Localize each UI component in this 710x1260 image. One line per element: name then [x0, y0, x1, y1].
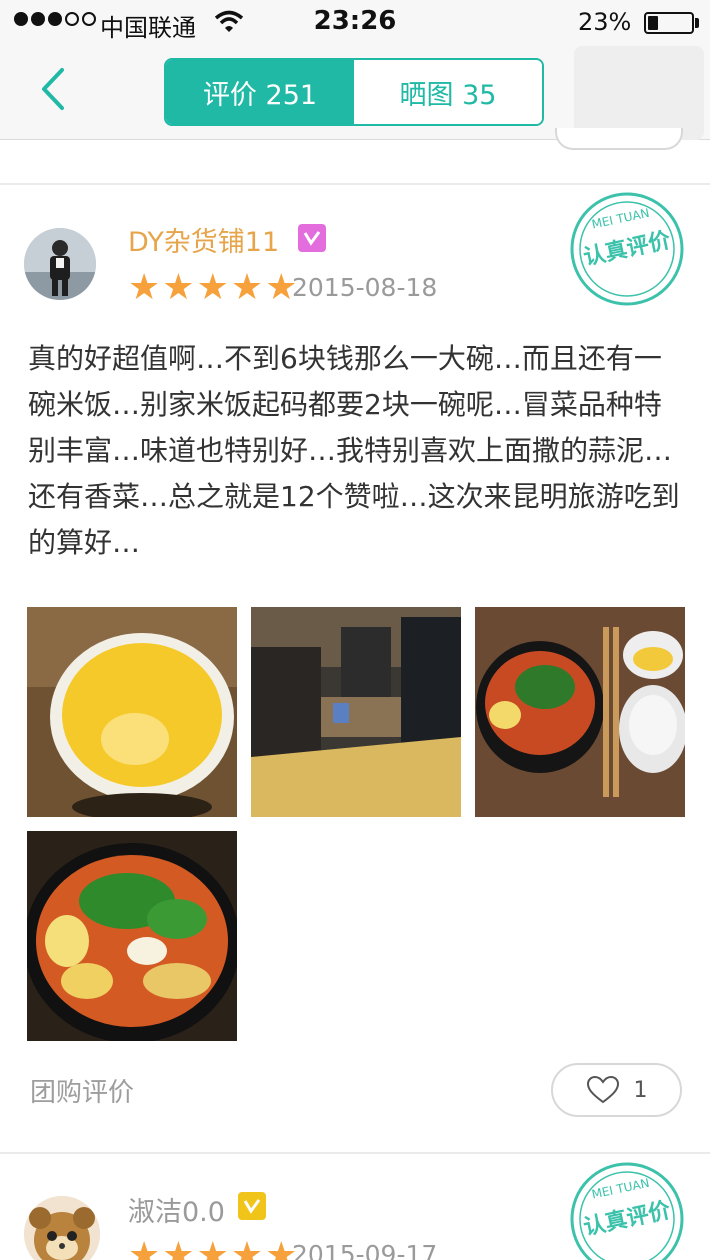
review-tab-switcher: 评价 251 晒图 35: [164, 58, 544, 126]
reviewer-name[interactable]: DY杂货铺11: [128, 220, 279, 259]
star-icon: ★: [230, 1235, 264, 1260]
avatar[interactable]: [24, 228, 96, 300]
heart-icon: [586, 1075, 619, 1104]
review-photo-meal-set[interactable]: [475, 607, 685, 817]
star-rating: ★ ★ ★ ★ ★: [128, 270, 297, 306]
star-icon: ★: [196, 1235, 229, 1260]
star-icon: ★: [128, 267, 161, 308]
star-icon: ★: [162, 1235, 195, 1260]
nav-right-placeholder: [574, 46, 704, 140]
previous-like-button[interactable]: [555, 128, 683, 150]
quality-review-stamp: MEI TUAN 认真评价: [568, 1160, 686, 1260]
star-icon: ★: [196, 267, 229, 308]
navigation-bar: 评价 251 晒图 35: [0, 46, 710, 140]
status-bar: 中国联通 23:26 23%: [0, 0, 710, 46]
tab-photos[interactable]: 晒图 35: [354, 60, 542, 124]
review-text: 真的好超值啊…不到6块钱那么一大碗…而且还有一碗米饭…别家米饭起码都要2块一碗呢…: [28, 342, 680, 559]
stamp-top-text: MEI TUAN: [590, 1176, 650, 1202]
back-button[interactable]: [30, 64, 80, 114]
review-photo-soup-cup[interactable]: [27, 607, 237, 817]
like-button[interactable]: 1: [551, 1063, 682, 1117]
battery-tip: [695, 18, 699, 28]
battery-percentage: 23%: [578, 8, 632, 36]
member-badge-icon: [238, 1192, 266, 1220]
stamp-text: 认真评价: [581, 227, 673, 271]
battery-icon: [644, 12, 694, 34]
like-count: 1: [633, 1077, 648, 1103]
stamp-top-text: MEI TUAN: [590, 206, 650, 232]
review-date: 2015-09-17: [292, 1240, 438, 1260]
star-rating: ★ ★ ★ ★ ★: [128, 1238, 297, 1260]
reviewer-name[interactable]: 淑洁0.0: [128, 1190, 225, 1229]
tab-reviews[interactable]: 评价 251: [166, 60, 354, 124]
star-icon: ★: [162, 267, 195, 308]
chevron-left-icon: [42, 68, 64, 110]
avatar[interactable]: [24, 1196, 100, 1260]
review-photo-restaurant-interior[interactable]: [251, 607, 461, 817]
stamp-text: 认真评价: [581, 1197, 673, 1241]
review-source-label: 团购评价: [30, 1078, 135, 1108]
star-icon: ★: [128, 1235, 161, 1260]
review-photo-maocai-bowl[interactable]: [27, 831, 237, 1041]
quality-review-stamp: MEI TUAN 认真评价: [568, 190, 686, 308]
member-badge-icon: [298, 224, 326, 252]
star-icon: ★: [230, 267, 264, 308]
review-date: 2015-08-18: [292, 273, 438, 302]
review-divider: [0, 183, 710, 185]
review-divider: [0, 1152, 710, 1154]
